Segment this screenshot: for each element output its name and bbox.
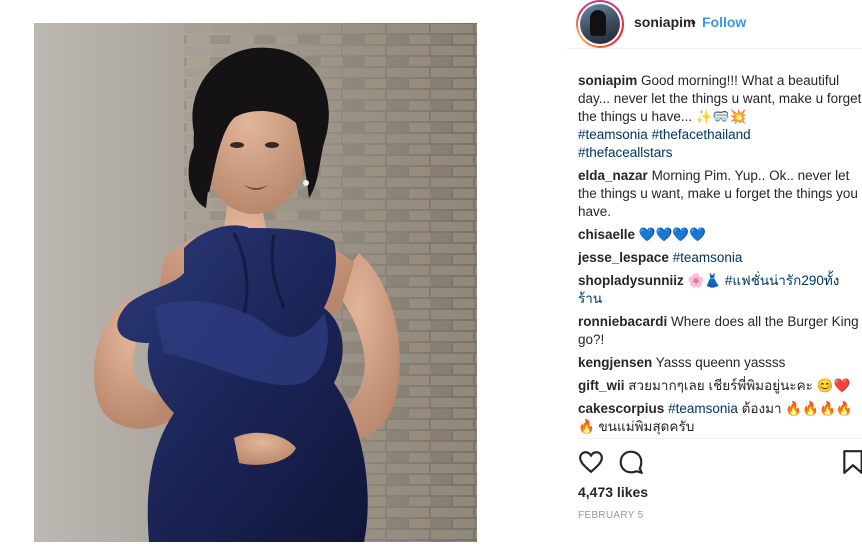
action-bar (578, 449, 862, 477)
list-item: gift_wii สวยมากๆเลย เชียร์พี่พิมอยู่นะคะ… (578, 377, 862, 395)
post-date[interactable]: FEBRUARY 5 (578, 510, 643, 521)
comment-username[interactable]: soniapim (578, 73, 637, 88)
likes-count[interactable]: 4,473 likes (578, 484, 648, 500)
comment-text-continued: 🔥 ขนแม่พิมสุดครับ (578, 419, 695, 434)
comment-text: สวยมากๆเลย เชียร์พี่พิมอยู่นะคะ (628, 378, 813, 393)
list-item: shopladysunniiz 🌸👗 #แฟชั่นน่ารัก290ทั้งร… (578, 272, 862, 308)
caption: soniapim Good morning!!! What a beautifu… (578, 72, 862, 162)
divider (578, 438, 862, 439)
comment-text: ต้องมา (741, 401, 782, 416)
post-image (34, 23, 477, 542)
comment-username[interactable]: chisaelle (578, 227, 635, 242)
separator-dot: • (691, 14, 696, 30)
comment-emoji: 💙💙💙💙 (638, 227, 707, 242)
header-username[interactable]: soniapim (634, 14, 695, 30)
avatar-image (580, 4, 620, 44)
hashtag-link[interactable]: #teamsonia (578, 127, 648, 142)
comment-emoji: 😊❤️ (816, 378, 851, 393)
comments-list[interactable]: soniapim Good morning!!! What a beautifu… (578, 72, 862, 439)
list-item: chisaelle 💙💙💙💙 (578, 226, 862, 244)
list-item: cakescorpius #teamsonia ต้องมา 🔥🔥🔥🔥 🔥 ขน… (578, 400, 862, 436)
list-item: elda_nazar Morning Pim. Yup.. Ok.. never… (578, 167, 862, 221)
bookmark-icon[interactable] (842, 449, 862, 480)
comment-username[interactable]: ronniebacardi (578, 314, 667, 329)
comment-username[interactable]: elda_nazar (578, 168, 648, 183)
comment-text: Yasss queenn yassss (655, 355, 786, 370)
comment-emoji: 🔥🔥🔥🔥 (785, 401, 853, 416)
list-item: ronniebacardi Where does all the Burger … (578, 313, 862, 349)
comment-emoji: 🌸👗 (687, 273, 722, 288)
comment-bubble-icon[interactable] (618, 449, 644, 480)
comment-emoji: ✨🥽💥 (695, 109, 747, 124)
heart-icon[interactable] (578, 449, 604, 480)
avatar[interactable] (576, 0, 624, 48)
comment-username[interactable]: shopladysunniiz (578, 273, 684, 288)
post-photo[interactable] (34, 23, 477, 542)
hashtag-link[interactable]: #teamsonia (668, 401, 738, 416)
comment-username[interactable]: gift_wii (578, 378, 625, 393)
hashtag-link[interactable]: #thefacethailand (652, 127, 751, 142)
post-sidebar: soniapim • Follow soniapim Good morning!… (566, 0, 862, 549)
comment-username[interactable]: cakescorpius (578, 401, 664, 416)
follow-button[interactable]: Follow (702, 14, 746, 30)
hashtag-link[interactable]: #teamsonia (673, 250, 743, 265)
hashtag-link[interactable]: #thefaceallstars (578, 145, 673, 160)
comment-username[interactable]: jesse_lespace (578, 250, 669, 265)
post-header: soniapim • Follow (566, 0, 862, 49)
comment-username[interactable]: kengjensen (578, 355, 652, 370)
list-item: jesse_lespace #teamsonia (578, 249, 862, 267)
list-item: kengjensen Yasss queenn yassss (578, 354, 862, 372)
